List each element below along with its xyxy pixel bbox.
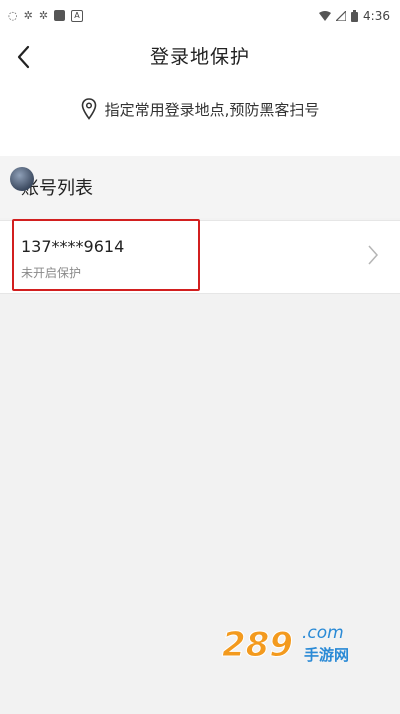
location-pin-icon <box>81 98 96 120</box>
account-number: 137****9614 <box>21 237 125 256</box>
header: 登录地保护 指定常用登录地点,预防黑客扫号 <box>0 34 400 172</box>
watermark-subtitle: 手游网 <box>304 646 349 664</box>
floating-avatar-icon[interactable] <box>10 167 34 191</box>
watermark-brand: 289 <box>222 625 293 665</box>
wifi-icon <box>319 11 332 21</box>
app-icon: ✲ <box>38 9 49 22</box>
watermark-logo: 289 .com 手游网 <box>222 623 350 666</box>
watermark-suffix: .com <box>302 623 344 643</box>
account-list-item[interactable]: 137****9614 未开启保护 <box>0 219 400 294</box>
status-bar: ◌ ✲ ✲ A 4:36 <box>0 0 400 34</box>
signal-icon <box>336 11 347 21</box>
account-status: 未开启保护 <box>21 266 82 280</box>
notification-icons: ◌ ✲ ✲ A <box>8 9 84 22</box>
app-icon: A <box>71 9 84 22</box>
chevron-right-icon <box>368 245 378 265</box>
tip-text: 指定常用登录地点,预防黑客扫号 <box>104 100 320 119</box>
tip-banner: 指定常用登录地点,预防黑客扫号 <box>0 98 400 120</box>
account-list-header: 账号列表 <box>0 156 400 218</box>
app-icon: ◌ <box>8 9 18 22</box>
clock: 4:36 <box>363 9 390 23</box>
system-icons: 4:36 <box>319 9 390 23</box>
battery-icon <box>351 10 359 22</box>
app-icon <box>54 10 66 21</box>
page-title: 登录地保护 <box>149 46 250 68</box>
app-icon: ✲ <box>23 9 33 22</box>
